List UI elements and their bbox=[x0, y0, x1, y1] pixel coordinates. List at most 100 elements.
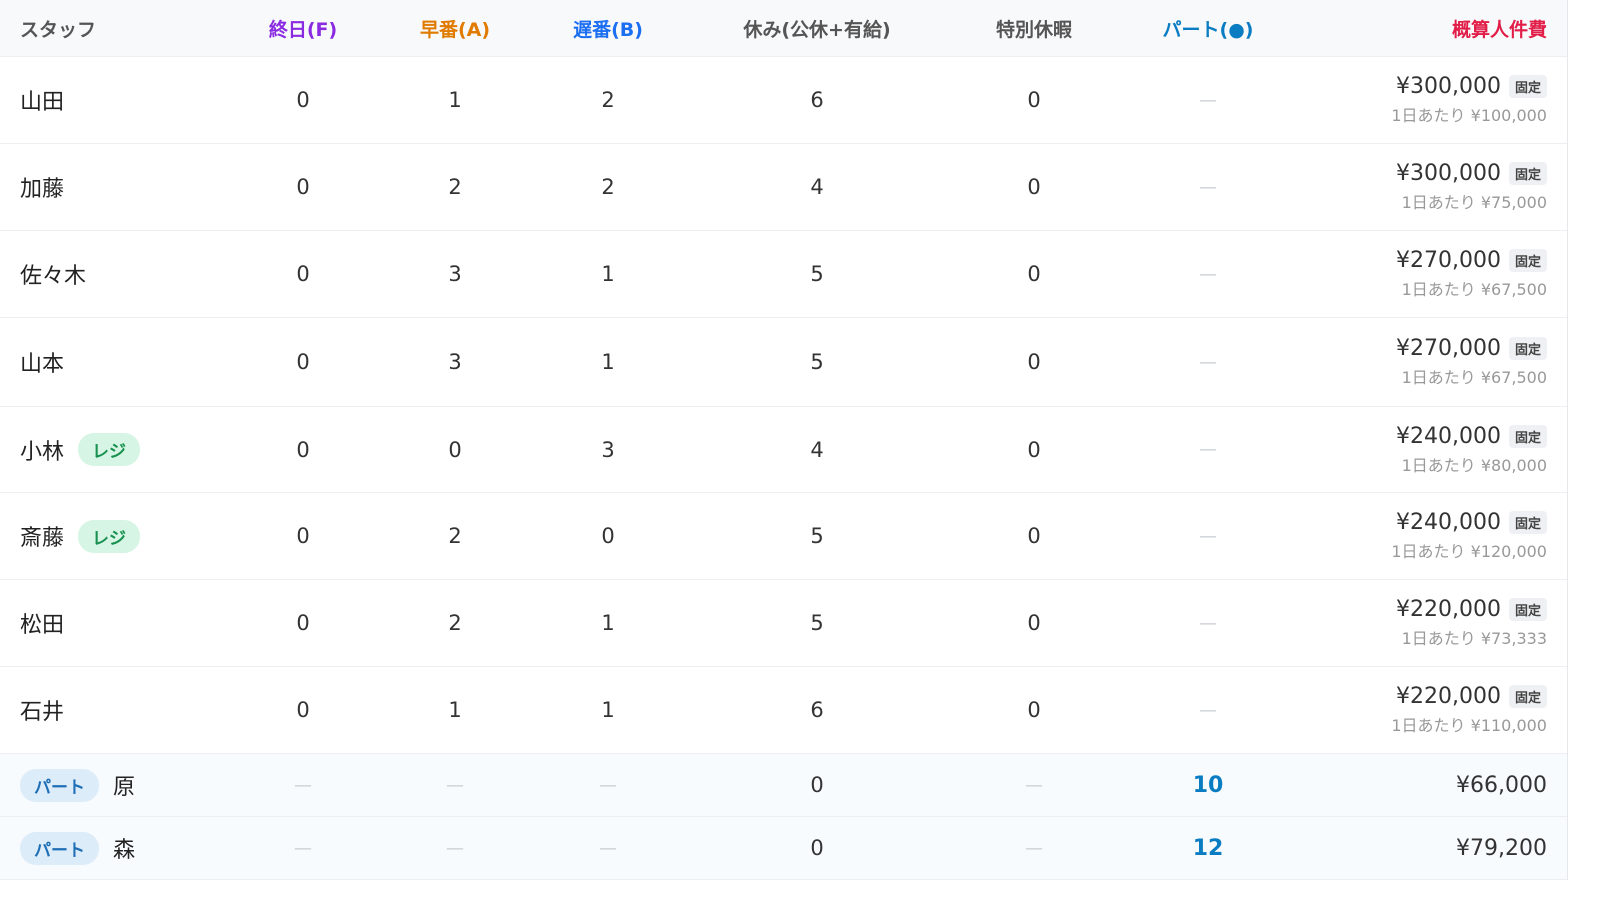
cost-amount: ¥270,000 bbox=[1396, 248, 1501, 273]
cell-off: 0 bbox=[810, 836, 824, 860]
cost-per-day: 1日あたり ¥67,500 bbox=[1401, 368, 1547, 387]
cell-early: 0 bbox=[448, 437, 462, 462]
staff-name-cell: 松田 bbox=[20, 607, 64, 639]
cell-early: — bbox=[446, 774, 464, 796]
staff-name: 山田 bbox=[20, 90, 65, 115]
staff-name: 佐々木 bbox=[20, 264, 87, 289]
cell-part: — bbox=[1199, 525, 1217, 547]
staff-name: 松田 bbox=[20, 613, 65, 638]
cell-off: 5 bbox=[810, 262, 824, 286]
cell-full: 0 bbox=[296, 611, 310, 635]
cell-special: — bbox=[1025, 837, 1043, 859]
cost-amount-line: ¥270,000 固定 bbox=[1396, 336, 1547, 361]
cost-cell: ¥240,000 固定 1日あたり ¥120,000 bbox=[1391, 510, 1547, 562]
part-name: 森 bbox=[113, 838, 136, 863]
cell-early: 2 bbox=[448, 611, 462, 635]
cost-amount-line: ¥270,000 固定 bbox=[1396, 248, 1547, 273]
cell-full: — bbox=[294, 837, 312, 859]
cost-cell: ¥300,000 固定 1日あたり ¥100,000 bbox=[1391, 74, 1547, 126]
staff-name: 斎藤 bbox=[20, 526, 65, 551]
role-badge-register: レジ bbox=[78, 519, 141, 553]
cell-special: 0 bbox=[1027, 611, 1041, 635]
staff-name-cell: 佐々木 bbox=[20, 258, 86, 290]
cell-full: 0 bbox=[296, 175, 310, 199]
table-row[interactable]: 石井 0 1 1 6 0 — ¥220,000 固定 1日あたり ¥110,000 bbox=[0, 667, 1567, 754]
col-header-part: パート(●) bbox=[1162, 18, 1254, 41]
fixed-badge: 固定 bbox=[1508, 511, 1547, 534]
cell-part: — bbox=[1199, 612, 1217, 634]
cell-full: 0 bbox=[296, 350, 310, 374]
cell-full: 0 bbox=[296, 524, 310, 548]
cost-cell: ¥66,000 bbox=[1456, 773, 1547, 798]
cost-amount-line: ¥240,000 固定 bbox=[1391, 510, 1547, 535]
cell-full: — bbox=[294, 774, 312, 796]
cell-special: — bbox=[1025, 774, 1043, 796]
cost-amount-line: ¥220,000 固定 bbox=[1396, 597, 1547, 622]
col-header-staff: スタッフ bbox=[20, 18, 97, 41]
cost-per-day: 1日あたり ¥120,000 bbox=[1391, 542, 1547, 561]
fixed-badge: 固定 bbox=[1508, 598, 1547, 621]
cell-off: 5 bbox=[810, 350, 824, 374]
table-row[interactable]: 斎藤 レジ 0 2 0 5 0 — ¥240,000 固定 1日あたり ¥120,000 bbox=[0, 493, 1567, 580]
cost-amount: ¥220,000 bbox=[1396, 684, 1501, 709]
role-badge-register: レジ bbox=[78, 433, 141, 466]
table-row[interactable]: 山本 0 3 1 5 0 — ¥270,000 固定 1日あたり ¥67,500 bbox=[0, 318, 1567, 407]
cost-amount-line: ¥240,000 固定 bbox=[1396, 424, 1547, 449]
part-name-cell: パート原 bbox=[20, 768, 136, 802]
cost-cell: ¥79,200 bbox=[1456, 836, 1547, 861]
col-header-off: 休み(公休+有給) bbox=[743, 18, 891, 41]
table-row[interactable]: 小林 レジ 0 0 3 4 0 — ¥240,000 固定 1日あたり ¥80,000 bbox=[0, 407, 1567, 493]
cost-per-day: 1日あたり ¥80,000 bbox=[1401, 455, 1547, 475]
cell-late: — bbox=[599, 837, 617, 859]
cost-cell: ¥270,000 固定 1日あたり ¥67,500 bbox=[1396, 336, 1547, 388]
part-badge: パート bbox=[20, 831, 99, 865]
cell-early: 1 bbox=[448, 88, 462, 112]
cell-part: — bbox=[1199, 263, 1217, 285]
staff-name: 山本 bbox=[20, 352, 65, 377]
table-row[interactable]: 佐々木 0 3 1 5 0 — ¥270,000 固定 1日あたり ¥67,500 bbox=[0, 231, 1567, 318]
cell-special: 0 bbox=[1027, 437, 1041, 462]
cell-special: 0 bbox=[1027, 88, 1041, 112]
cell-full: 0 bbox=[296, 88, 310, 112]
cell-early: 2 bbox=[448, 175, 462, 199]
cell-late: 0 bbox=[601, 524, 615, 548]
cell-off: 6 bbox=[810, 698, 824, 722]
cost-amount-line: ¥300,000 固定 bbox=[1391, 74, 1547, 99]
part-name: 原 bbox=[113, 775, 136, 800]
cost-cell: ¥240,000 固定 1日あたり ¥80,000 bbox=[1396, 424, 1547, 476]
cell-full: 0 bbox=[296, 437, 310, 462]
cell-off: 4 bbox=[810, 437, 824, 462]
fixed-badge: 固定 bbox=[1508, 424, 1547, 448]
table-row-part[interactable]: パート原 — — — 0 — 10 ¥66,000 bbox=[0, 754, 1567, 817]
cost-amount: ¥300,000 bbox=[1396, 74, 1501, 99]
cell-late: 1 bbox=[601, 611, 615, 635]
cost-amount: ¥300,000 bbox=[1396, 161, 1501, 186]
cost-cell: ¥220,000 固定 1日あたり ¥110,000 bbox=[1391, 684, 1547, 736]
cell-off: 5 bbox=[810, 524, 824, 548]
col-header-special-leave: 特別休暇 bbox=[995, 18, 1073, 41]
fixed-badge: 固定 bbox=[1508, 685, 1547, 708]
col-header-cost: 概算人件費 bbox=[1451, 18, 1547, 41]
table-row[interactable]: 山田 0 1 2 6 0— ¥300,000 固定 1日あたり ¥100,000 bbox=[0, 57, 1567, 144]
staff-name: 加藤 bbox=[20, 177, 65, 202]
cost-per-day: 1日あたり ¥67,500 bbox=[1401, 280, 1547, 299]
cell-off: 0 bbox=[810, 773, 824, 797]
cost-amount-line: ¥220,000 固定 bbox=[1391, 684, 1547, 709]
cell-late: 2 bbox=[601, 175, 615, 199]
cell-early: — bbox=[446, 837, 464, 859]
cost-cell: ¥220,000 固定 1日あたり ¥73,333 bbox=[1396, 597, 1547, 649]
cell-late: 3 bbox=[601, 437, 615, 462]
cost-cell: ¥270,000 固定 1日あたり ¥67,500 bbox=[1396, 248, 1547, 300]
cost-amount-line: ¥300,000 固定 bbox=[1396, 161, 1547, 186]
table-row[interactable]: 松田 0 2 1 5 0 — ¥220,000 固定 1日あたり ¥73,333 bbox=[0, 580, 1567, 667]
cell-part: 10 bbox=[1192, 772, 1224, 798]
cell-late: 2 bbox=[601, 88, 615, 112]
cell-part: 12 bbox=[1192, 835, 1224, 861]
col-header-late: 遅番(B) bbox=[573, 18, 643, 41]
cell-early: 2 bbox=[448, 524, 462, 548]
table-row-part[interactable]: パート森 — — — 0 — 12 ¥79,200 bbox=[0, 817, 1567, 880]
cell-early: 3 bbox=[448, 262, 462, 286]
part-badge: パート bbox=[20, 768, 99, 802]
table-row[interactable]: 加藤 0 2 2 4 0 — ¥300,000 固定 1日あたり ¥75,000 bbox=[0, 144, 1567, 231]
cost-per-day: 1日あたり ¥73,333 bbox=[1401, 629, 1547, 648]
